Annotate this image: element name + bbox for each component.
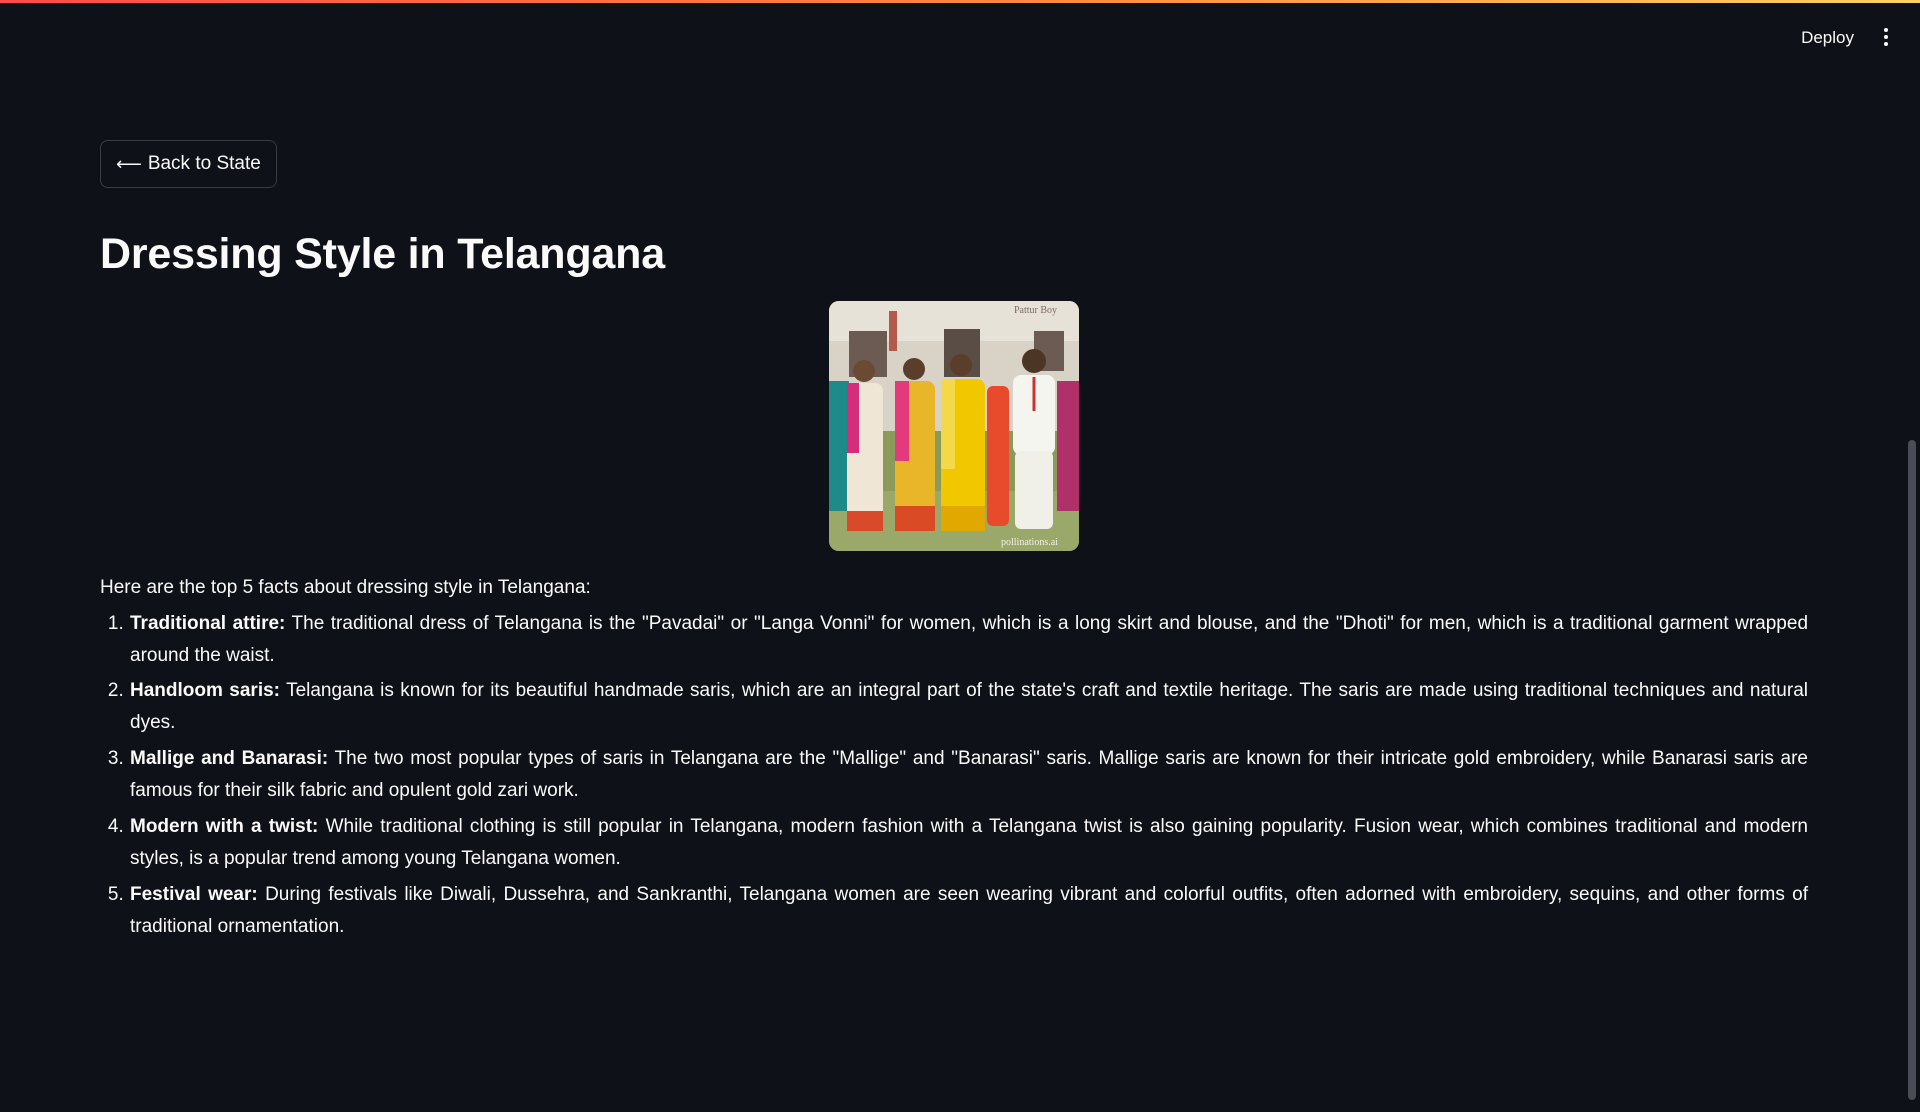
- back-to-state-button[interactable]: ⟵ Back to State: [100, 140, 277, 188]
- list-item: Handloom saris: Telangana is known for i…: [129, 675, 1808, 739]
- menu-dot: [1884, 35, 1888, 39]
- deploy-button[interactable]: Deploy: [1793, 24, 1862, 52]
- arrow-left-icon: ⟵: [116, 154, 142, 174]
- fact-text: The traditional dress of Telangana is th…: [130, 612, 1809, 666]
- fact-text: While traditional clothing is still popu…: [130, 816, 1808, 869]
- main-content: ⟵ Back to State Dressing Style in Telang…: [100, 140, 1808, 947]
- list-item: Mallige and Banarasi: The two most popul…: [129, 743, 1808, 807]
- list-item: Traditional attire: The traditional dres…: [129, 608, 1808, 672]
- fact-heading: Festival wear:: [130, 883, 258, 905]
- back-button-label: Back to State: [147, 153, 261, 174]
- image-watermark: pollinations.ai: [1001, 537, 1058, 548]
- dressing-style-illustration: Pattur Boy pollinations.ai: [829, 301, 1079, 551]
- fact-text: During festivals like Diwali, Dussehra, …: [130, 883, 1808, 937]
- fact-heading: Mallige and Banarasi:: [130, 748, 329, 770]
- list-item: Festival wear: During festivals like Diw…: [129, 879, 1808, 943]
- fact-heading: Handloom saris:: [130, 680, 280, 702]
- list-item: Modern with a twist: While traditional c…: [129, 811, 1808, 875]
- fact-text: The two most popular types of saris in T…: [130, 748, 1808, 802]
- dressing-style-photo: Pattur Boy pollinations.ai: [829, 301, 1079, 551]
- fact-heading: Traditional attire:: [130, 612, 286, 634]
- more-vertical-icon[interactable]: [1874, 24, 1898, 50]
- app-header: Deploy: [0, 0, 1920, 74]
- sign-text: Pattur Boy: [1014, 305, 1057, 316]
- menu-dot: [1884, 28, 1888, 32]
- fact-heading: Modern with a twist:: [130, 816, 319, 838]
- menu-dot: [1884, 42, 1888, 46]
- facts-list: Traditional attire: The traditional dres…: [100, 608, 1808, 943]
- fact-text: Telangana is known for its beautiful han…: [130, 680, 1808, 734]
- facts-intro: Here are the top 5 facts about dressing …: [100, 577, 591, 598]
- image-container: Pattur Boy pollinations.ai: [100, 301, 1808, 551]
- vertical-scrollbar[interactable]: [1908, 440, 1916, 1100]
- page-title: Dressing Style in Telangana: [100, 230, 665, 278]
